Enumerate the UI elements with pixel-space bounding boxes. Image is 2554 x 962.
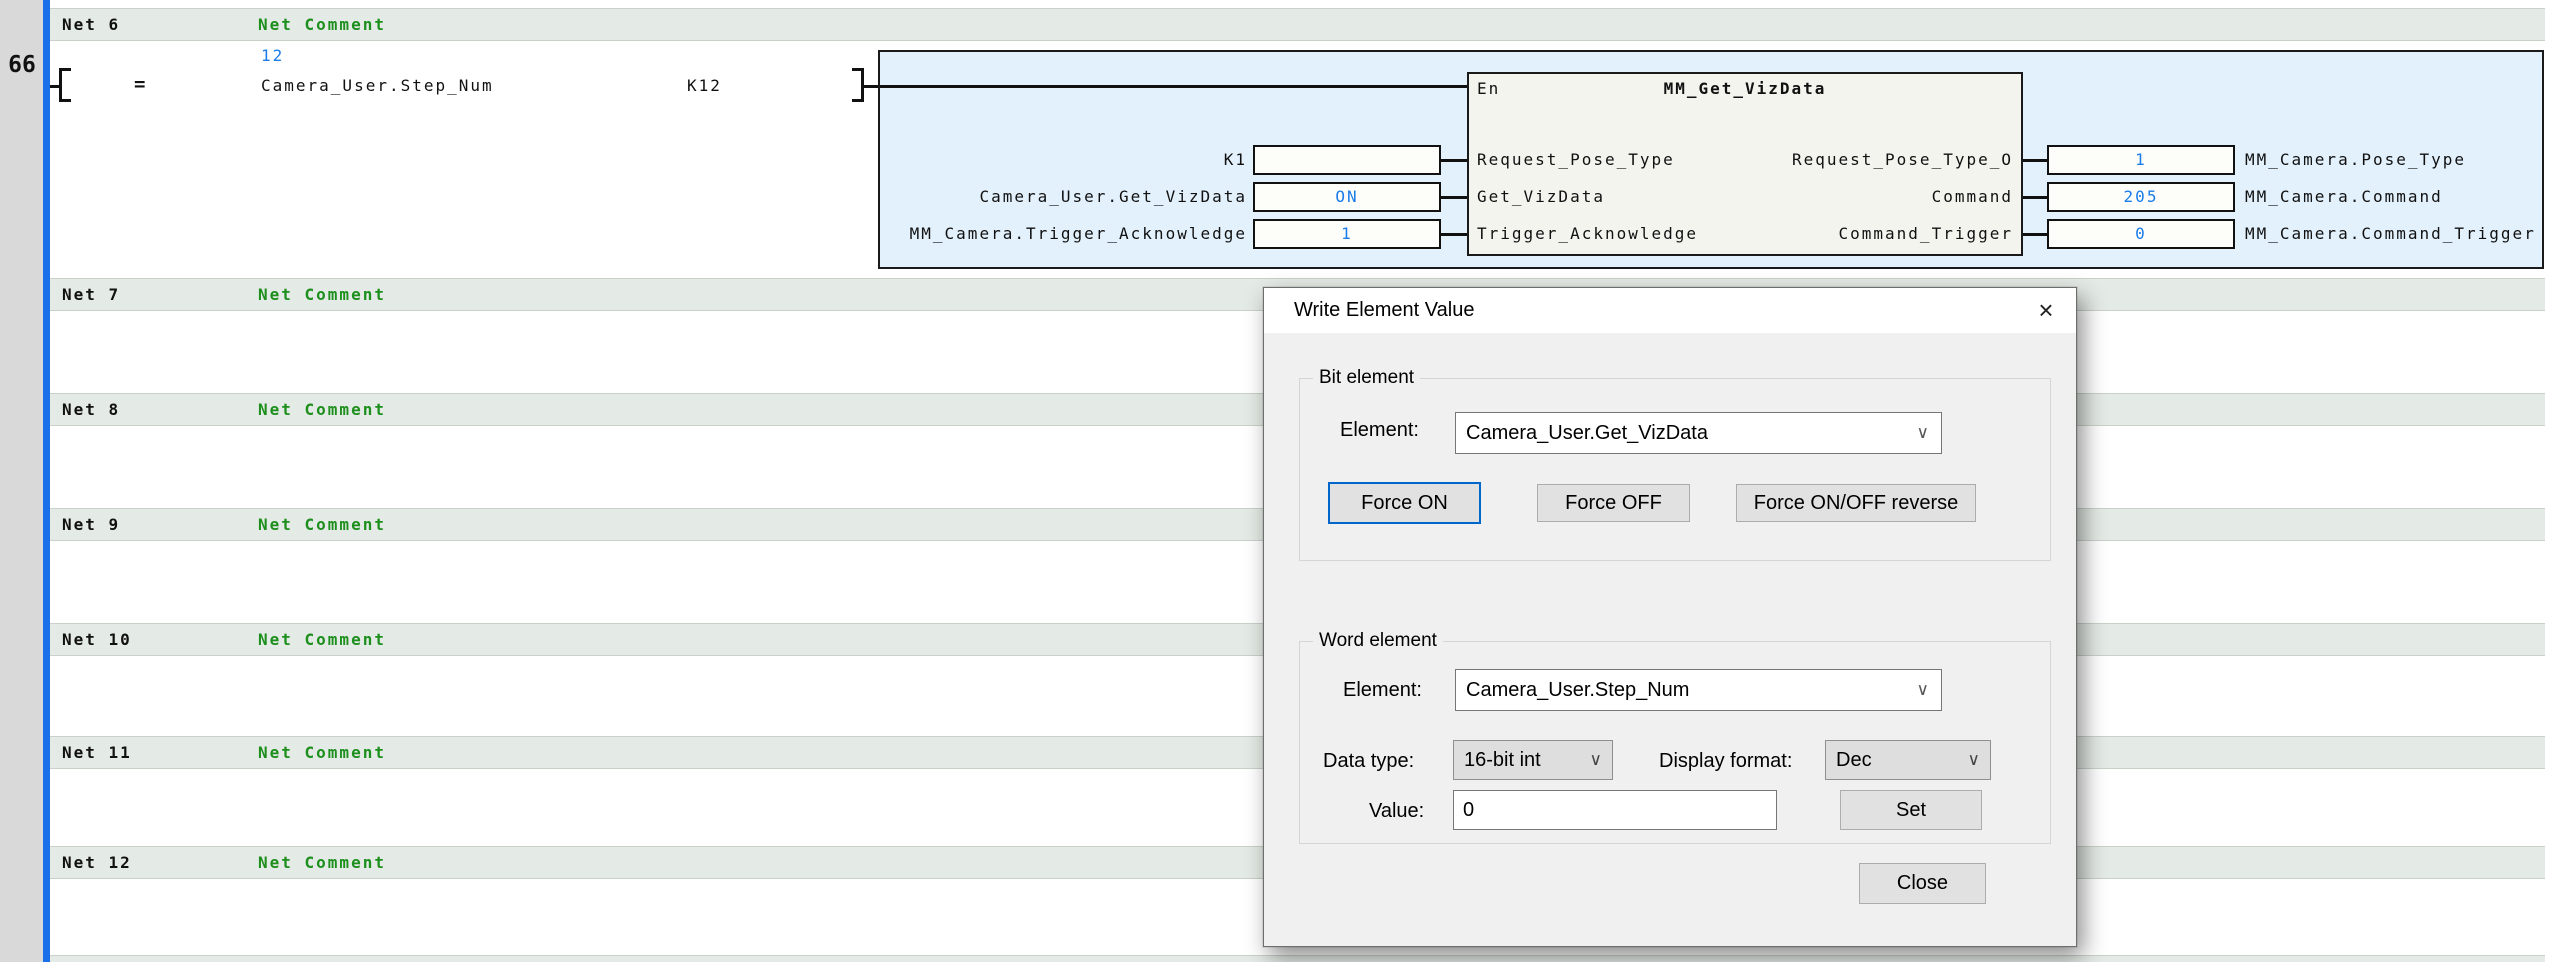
wire: [1441, 159, 1467, 162]
ladder-editor-screen: 66 Net 6 Net Comment Net 7 Net Comment N…: [0, 0, 2554, 962]
fb-input-pin: Trigger_Acknowledge: [1477, 224, 1698, 243]
word-element-group: Word element Element: Camera_User.Step_N…: [1299, 641, 2051, 844]
bit-element-group-label: Bit element: [1313, 367, 1420, 389]
value-label: Value:: [1369, 800, 1424, 823]
dialog-title-bar[interactable]: Write Element Value ×: [1264, 288, 2076, 333]
fb-output-pin: Request_Pose_Type_O: [1792, 150, 2013, 169]
net-label: Net 7: [62, 279, 120, 310]
fb-input-operand[interactable]: K1: [882, 150, 1247, 169]
chevron-down-icon[interactable]: ∨: [1968, 741, 1980, 779]
wire: [50, 85, 59, 88]
fb-output-value-box[interactable]: 0: [2047, 219, 2235, 249]
bit-element-combobox-value: Camera_User.Get_VizData: [1466, 422, 1708, 444]
word-element-group-label: Word element: [1313, 630, 1443, 652]
fb-input-pin: Get_VizData: [1477, 187, 1605, 206]
compare-contact-right-bracket[interactable]: [852, 68, 864, 102]
net-label: Net 12: [62, 847, 132, 878]
contact-monitor-value: 12: [261, 46, 284, 66]
wire: [1441, 233, 1467, 236]
net-label: Net 6: [62, 9, 120, 40]
fb-output-pin: Command_Trigger: [1839, 224, 2014, 243]
fb-output-operand[interactable]: MM_Camera.Pose_Type: [2245, 150, 2466, 169]
left-gutter: [0, 0, 43, 962]
word-element-label: Element:: [1343, 679, 1422, 702]
data-type-value: 16-bit int: [1464, 749, 1541, 771]
display-format-value: Dec: [1836, 749, 1872, 771]
set-button[interactable]: Set: [1840, 790, 1982, 830]
bit-element-label: Element:: [1340, 419, 1419, 442]
net-comment[interactable]: Net Comment: [258, 9, 386, 40]
write-element-value-dialog: Write Element Value × Bit element Elemen…: [1263, 287, 2077, 947]
fb-input-operand[interactable]: MM_Camera.Trigger_Acknowledge: [882, 224, 1247, 243]
net-comment[interactable]: Net Comment: [258, 847, 386, 878]
fb-input-operand[interactable]: Camera_User.Get_VizData: [882, 187, 1247, 206]
function-block[interactable]: En MM_Get_VizData Request_Pose_Type Get_…: [1467, 72, 2023, 256]
net-header-6[interactable]: Net 6 Net Comment: [50, 8, 2545, 41]
wire: [2023, 233, 2047, 236]
close-button[interactable]: Close: [1859, 863, 1986, 904]
dialog-title: Write Element Value: [1294, 288, 1474, 333]
wire: [880, 85, 1467, 88]
bit-element-group: Bit element Element: Camera_User.Get_Viz…: [1299, 378, 2051, 561]
value-input[interactable]: 0: [1453, 790, 1777, 830]
force-on-off-reverse-button[interactable]: Force ON/OFF reverse: [1736, 484, 1976, 522]
data-type-label: Data type:: [1323, 750, 1414, 773]
selected-rung-region[interactable]: K1 Camera_User.Get_VizData MM_Camera.Tri…: [878, 50, 2544, 269]
wire: [864, 85, 878, 88]
net-label: Net 8: [62, 394, 120, 425]
net-comment[interactable]: Net Comment: [258, 737, 386, 768]
data-type-dropdown[interactable]: 16-bit int ∨: [1453, 740, 1613, 780]
net-label: Net 9: [62, 509, 120, 540]
display-format-label: Display format:: [1659, 750, 1792, 773]
net-header-partial: [50, 955, 2545, 962]
net-label: Net 11: [62, 737, 132, 768]
contact-operand1[interactable]: Camera_User.Step_Num: [261, 76, 494, 96]
fb-input-value-box[interactable]: ON: [1253, 182, 1441, 212]
fb-title: MM_Get_VizData: [1469, 79, 2021, 98]
fb-input-value-box[interactable]: 1: [1253, 219, 1441, 249]
net-comment[interactable]: Net Comment: [258, 509, 386, 540]
chevron-down-icon[interactable]: ∨: [1917, 670, 1929, 710]
wire: [2023, 159, 2047, 162]
fb-output-value-box[interactable]: 205: [2047, 182, 2235, 212]
chevron-down-icon[interactable]: ∨: [1917, 413, 1929, 453]
fb-output-pin: Command: [1932, 187, 2013, 206]
net-comment[interactable]: Net Comment: [258, 394, 386, 425]
fb-output-value-box[interactable]: 1: [2047, 145, 2235, 175]
word-element-combobox-value: Camera_User.Step_Num: [1466, 679, 1689, 701]
fb-output-operand[interactable]: MM_Camera.Command_Trigger: [2245, 224, 2536, 243]
power-rail: [43, 0, 50, 962]
compare-contact-left-bracket[interactable]: [59, 68, 71, 102]
net-comment[interactable]: Net Comment: [258, 624, 386, 655]
fb-output-operand[interactable]: MM_Camera.Command: [2245, 187, 2443, 206]
close-icon[interactable]: ×: [2030, 295, 2062, 327]
net-label: Net 10: [62, 624, 132, 655]
net-comment[interactable]: Net Comment: [258, 279, 386, 310]
chevron-down-icon[interactable]: ∨: [1590, 741, 1602, 779]
fb-input-pin: Request_Pose_Type: [1477, 150, 1675, 169]
contact-operand2[interactable]: K12: [687, 76, 722, 96]
fb-input-value-box[interactable]: [1253, 145, 1441, 175]
bit-element-combobox[interactable]: Camera_User.Get_VizData ∨: [1455, 412, 1942, 454]
force-off-button[interactable]: Force OFF: [1537, 484, 1690, 522]
wire: [1441, 196, 1467, 199]
display-format-dropdown[interactable]: Dec ∨: [1825, 740, 1991, 780]
force-on-button[interactable]: Force ON: [1328, 482, 1481, 524]
word-element-combobox[interactable]: Camera_User.Step_Num ∨: [1455, 669, 1942, 711]
compare-operator: =: [134, 74, 147, 94]
rung-number: 66: [2, 52, 42, 78]
wire: [2023, 196, 2047, 199]
